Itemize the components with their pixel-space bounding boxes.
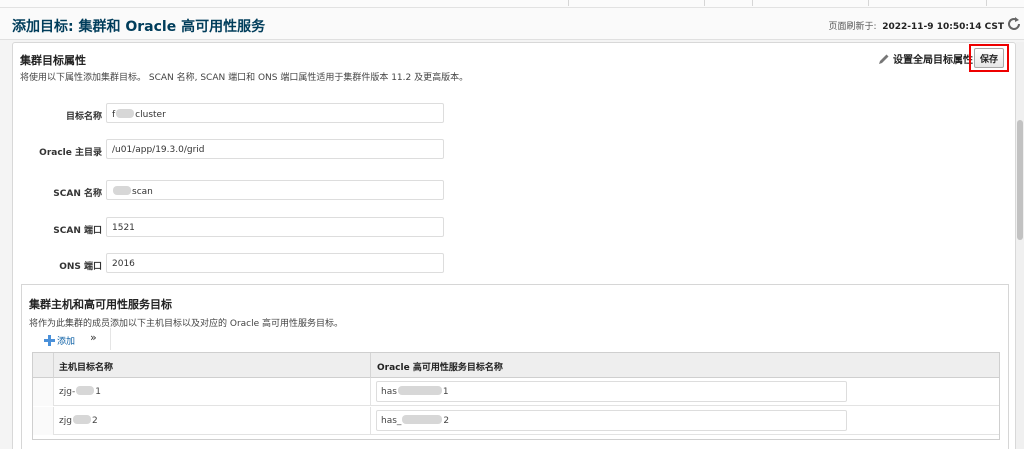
host-suffix: 2: [91, 416, 98, 426]
target-name-prefix: f: [112, 110, 116, 120]
refresh-label: 页面刷新于:: [828, 22, 877, 32]
page-refresh-info: 页面刷新于: 2022-11-9 10:50:14 CST: [828, 19, 1004, 32]
ons-port-label: ONS 端口: [59, 262, 102, 272]
has-target-name: has 1: [381, 386, 449, 397]
column-separator: [370, 353, 371, 378]
redacted-mask: [397, 386, 442, 395]
host-target-name: zjg- 1: [59, 386, 101, 397]
redacted-mask: [402, 415, 443, 424]
ons-port-input[interactable]: [106, 253, 444, 273]
scan-name-suffix: scan: [132, 187, 153, 197]
add-label: 添加: [57, 337, 76, 347]
members-table: 主机目标名称 Oracle 高可用性服务目标名称 zjg- 1 has 1 zjg 2…: [32, 352, 1000, 440]
host-prefix: zjg: [59, 416, 72, 426]
scan-name-value: scan: [112, 186, 153, 197]
refresh-time: 2022-11-9 10:50:14 CST: [882, 22, 1004, 32]
column-header-has[interactable]: Oracle 高可用性服务目标名称: [377, 360, 503, 373]
target-name-value: f cluster: [112, 109, 166, 120]
add-button[interactable]: 添加: [44, 334, 75, 347]
column-separator: [370, 378, 371, 406]
pencil-icon: [879, 54, 889, 64]
expand-toolbar-button[interactable]: »: [90, 331, 97, 344]
toolbar-separator: [704, 0, 705, 6]
has-suffix: 2: [443, 416, 450, 426]
scan-port-label: SCAN 端口: [53, 226, 102, 236]
section-title: 集群目标属性: [20, 54, 86, 67]
has-target-name: has_ 2: [381, 415, 449, 426]
redacted-mask: [72, 415, 91, 424]
redacted-mask: [116, 109, 135, 118]
host-prefix: zjg-: [59, 387, 76, 397]
row-selector[interactable]: [33, 407, 54, 435]
page-title: 添加目标: 集群和 Oracle 高可用性服务: [12, 19, 266, 35]
scan-name-label: SCAN 名称: [53, 189, 102, 199]
row-selector-header: [33, 353, 54, 378]
column-header-host[interactable]: 主机目标名称: [59, 360, 113, 373]
table-row[interactable]: zjg 2 has_ 2: [33, 407, 999, 435]
plus-icon: [44, 335, 55, 346]
host-target-name: zjg 2: [59, 415, 98, 426]
refresh-icon[interactable]: [1006, 16, 1022, 32]
toolbar-separator: [568, 0, 569, 6]
column-separator: [370, 407, 371, 435]
set-global-target-properties-link[interactable]: 设置全局目标属性: [878, 51, 973, 66]
section-description: 将使用以下属性添加集群目标。 SCAN 名称, SCAN 端口和 ONS 端口属…: [20, 73, 469, 83]
host-suffix: 1: [95, 387, 101, 397]
top-toolbar-strip: [0, 0, 1024, 8]
table-header: 主机目标名称 Oracle 高可用性服务目标名称: [33, 353, 999, 378]
table-row[interactable]: zjg- 1 has 1: [33, 378, 999, 406]
page-header: 添加目标: 集群和 Oracle 高可用性服务 页面刷新于: 2022-11-9…: [0, 8, 1024, 40]
toolbar-separator: [986, 0, 987, 6]
oracle-home-label: Oracle 主目录: [39, 148, 102, 158]
toolbar-separator: [868, 0, 869, 6]
has-suffix: 1: [442, 387, 449, 397]
scan-port-value: 1521: [112, 223, 135, 233]
members-title: 集群主机和高可用性服务目标: [29, 298, 172, 311]
vertical-scrollbar[interactable]: [1016, 42, 1024, 449]
redacted-mask: [76, 386, 95, 395]
redacted-mask: [113, 186, 131, 195]
save-button[interactable]: 保存: [974, 48, 1004, 68]
scan-name-input[interactable]: [106, 180, 444, 200]
oracle-home-value: /u01/app/19.3.0/grid: [112, 145, 205, 155]
target-name-label: 目标名称: [65, 112, 102, 122]
has-prefix: has: [381, 387, 397, 397]
ons-port-value: 2016: [112, 259, 135, 269]
target-name-suffix: cluster: [135, 110, 166, 120]
toolbar-separator: [752, 0, 753, 6]
global-props-label: 设置全局目标属性: [893, 55, 973, 66]
has-prefix: has_: [381, 416, 402, 426]
scan-port-input[interactable]: [106, 217, 444, 237]
scrollbar-thumb[interactable]: [1017, 120, 1023, 240]
row-selector[interactable]: [33, 378, 54, 406]
